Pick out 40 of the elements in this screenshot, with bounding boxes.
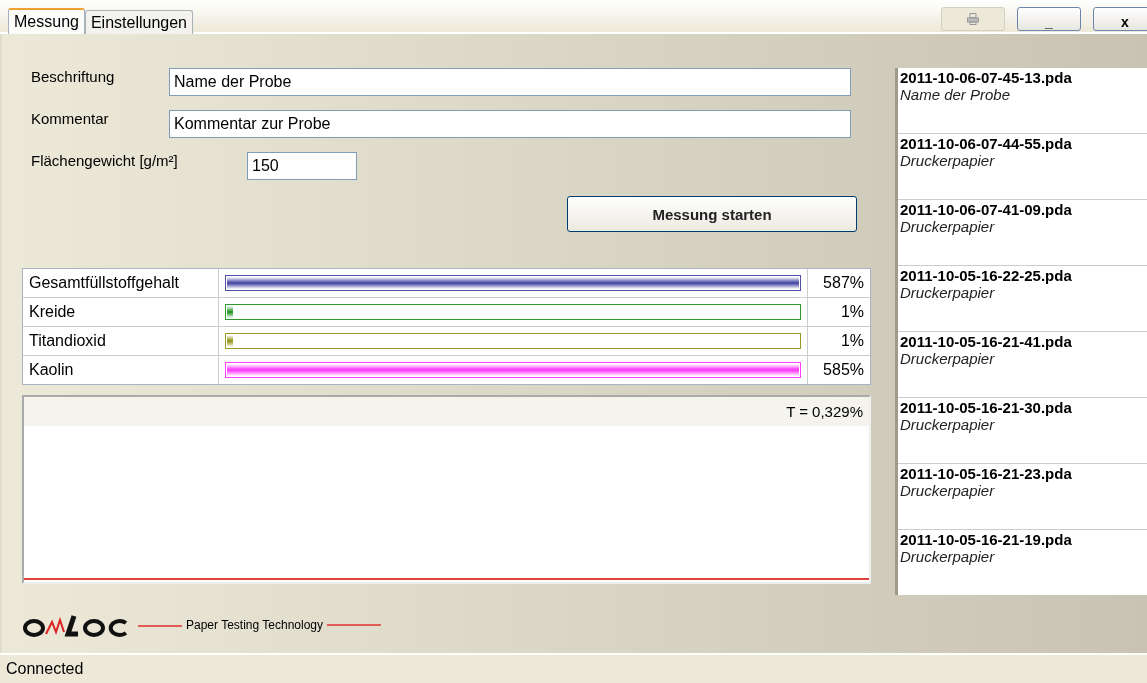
input-field[interactable]: 150 <box>247 152 357 180</box>
percent-value: 587% <box>822 273 865 293</box>
file-name: 2011-10-05-16-21-23.pda <box>900 465 1073 482</box>
file-name: 2011-10-06-07-45-13.pda <box>900 69 1073 86</box>
status-text: Connected <box>6 660 84 678</box>
component-name: Titandioxid <box>23 327 219 355</box>
file-comment: Name der Probe <box>900 86 1012 103</box>
percent-value: 1% <box>839 331 865 351</box>
percent-value: 585% <box>822 360 865 380</box>
minimize-button[interactable]: _ <box>1017 7 1081 31</box>
file-name: 2011-10-05-16-21-30.pda <box>900 399 1073 416</box>
file-comment: Druckerpapier <box>900 152 996 169</box>
file-comment: Druckerpapier <box>900 548 996 565</box>
plot-reading: T = 0,329% <box>786 403 863 420</box>
file-name: 2011-10-06-07-41-09.pda <box>900 201 1073 218</box>
component-name: Kaolin <box>23 356 219 384</box>
percent-value: 1% <box>839 302 865 322</box>
input-field[interactable]: Kommentar zur Probe <box>169 110 851 138</box>
printer-icon <box>967 13 979 25</box>
file-comment: Druckerpapier <box>900 416 996 433</box>
tab[interactable]: Messung <box>8 8 85 34</box>
file-name: 2011-10-05-16-22-25.pda <box>900 267 1073 284</box>
close-button[interactable]: x <box>1093 7 1147 31</box>
tagline: Paper Testing Technology <box>186 618 323 632</box>
file-comment: Druckerpapier <box>900 218 996 235</box>
field-label: Beschriftung <box>30 68 116 85</box>
tagline-rule <box>327 623 381 627</box>
file-name: 2011-10-06-07-44-55.pda <box>900 135 1073 152</box>
field-label: Flächengewicht [g/m²] <box>30 152 179 169</box>
file-comment: Druckerpapier <box>900 482 996 499</box>
file-name: 2011-10-05-16-21-41.pda <box>900 333 1073 350</box>
file-name: 2011-10-05-16-21-19.pda <box>900 531 1073 548</box>
tab[interactable]: Einstellungen <box>84 10 193 34</box>
component-name: Gesamtfüllstoffgehalt <box>23 269 219 297</box>
field-label: Kommentar <box>30 110 110 127</box>
file-comment: Druckerpapier <box>900 350 996 367</box>
start-button[interactable]: Messung starten <box>567 196 857 232</box>
component-name: Kreide <box>23 298 219 326</box>
file-comment: Druckerpapier <box>900 284 996 301</box>
input-field[interactable]: Name der Probe <box>169 68 851 96</box>
